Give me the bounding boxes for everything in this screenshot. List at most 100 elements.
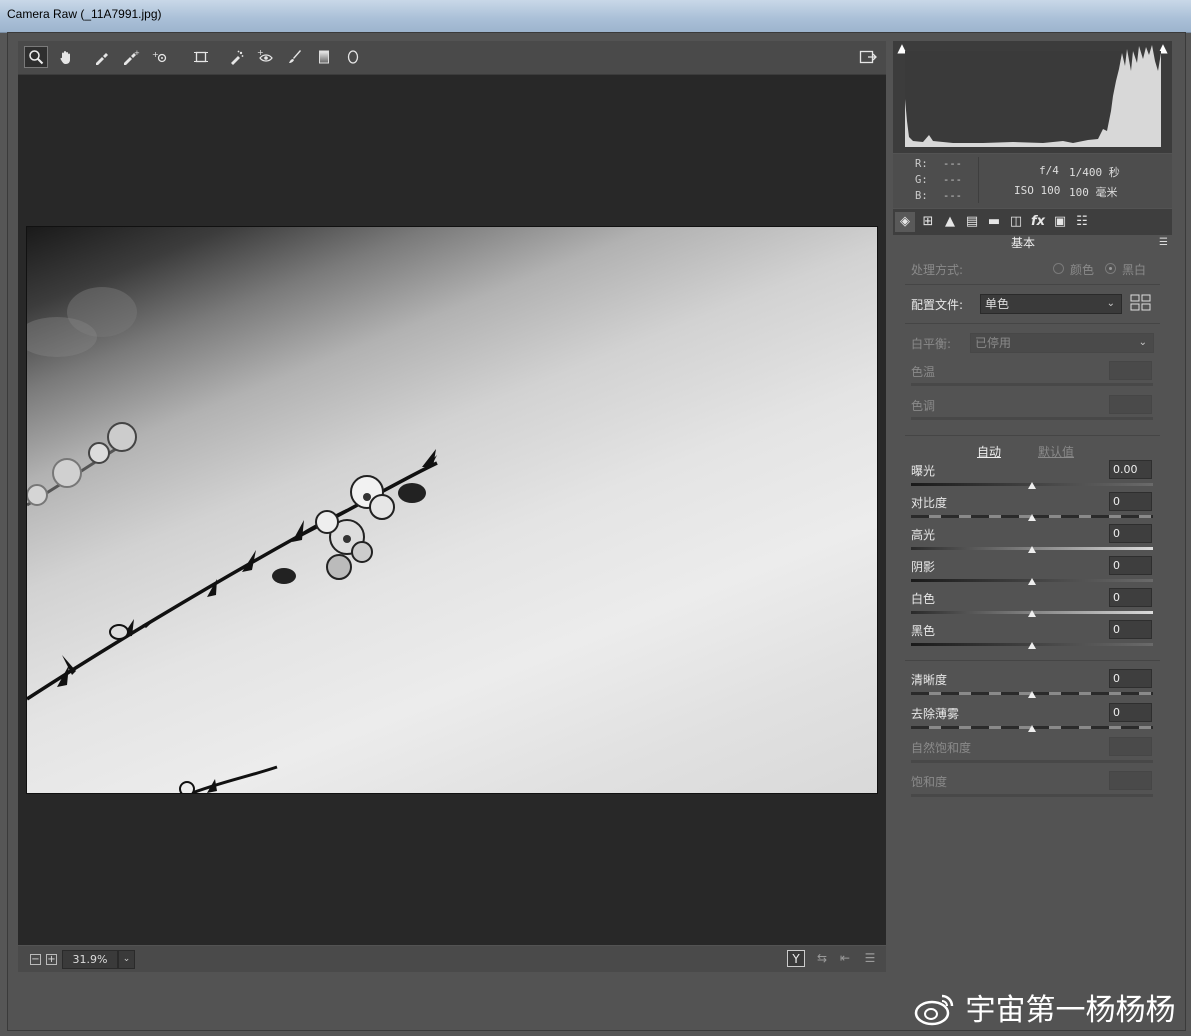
divider	[905, 435, 1160, 436]
watermark-text: 宇宙第一杨杨杨	[965, 993, 1176, 1028]
whites-label: 白色	[911, 592, 936, 606]
g-value: ---	[943, 174, 962, 186]
highlights-label: 高光	[911, 528, 936, 542]
targeted-adjustment-tool-icon[interactable]: +	[149, 46, 173, 68]
shutter-value: 1/400 秒	[1069, 166, 1120, 179]
profile-label: 配置文件:	[911, 298, 964, 312]
hand-tool-icon[interactable]	[54, 46, 78, 68]
zoom-tool-icon[interactable]	[24, 46, 48, 68]
treatment-label: 处理方式:	[911, 263, 964, 277]
adjustment-brush-tool-icon[interactable]	[283, 46, 307, 68]
vibrance-field[interactable]	[1109, 737, 1152, 756]
toggle-settings-icon[interactable]: ☰	[861, 950, 879, 967]
exposure-label: 曝光	[911, 464, 936, 478]
aperture-value: f/4	[1039, 164, 1059, 177]
color-sampler-tool-icon[interactable]: +	[119, 46, 143, 68]
radial-filter-tool-icon[interactable]	[341, 46, 365, 68]
shadows-field[interactable]: 0	[1109, 556, 1152, 575]
iso-value: ISO 100	[1014, 184, 1061, 197]
tint-label: 色调	[911, 399, 936, 413]
red-eye-tool-icon[interactable]: +	[254, 46, 278, 68]
svg-text:+: +	[257, 49, 264, 57]
saturation-slider[interactable]	[911, 794, 1153, 797]
weibo-logo-icon	[914, 994, 954, 1026]
presets-tab-icon[interactable]: ☷	[1072, 212, 1092, 232]
divider	[905, 323, 1160, 324]
tool-bar: + + +	[18, 41, 886, 75]
saturation-label: 饱和度	[911, 775, 948, 789]
white-balance-tool-icon[interactable]	[90, 46, 114, 68]
split-toning-tab-icon[interactable]: ▬	[984, 212, 1004, 232]
white-balance-label: 白平衡:	[911, 337, 952, 351]
default-button[interactable]: 默认值	[1038, 443, 1074, 460]
treatment-bw-radio[interactable]	[1105, 263, 1116, 274]
histogram-graph	[905, 45, 1161, 148]
tint-slider[interactable]	[911, 417, 1153, 420]
tint-field[interactable]	[1109, 395, 1152, 414]
zoom-level-field[interactable]: 31.9%	[62, 950, 118, 969]
copy-settings-icon[interactable]: ⇤	[836, 950, 854, 967]
temperature-slider[interactable]	[911, 383, 1153, 386]
b-value: ---	[943, 190, 962, 202]
temperature-label: 色温	[911, 365, 936, 379]
divider	[905, 284, 1160, 285]
clarity-label: 清晰度	[911, 673, 948, 687]
blacks-field[interactable]: 0	[1109, 620, 1152, 639]
camera-info-readout: R: --- G: --- B: --- f/4 1/400 秒 ISO 100…	[893, 154, 1172, 208]
treatment-bw-label: 黑白	[1122, 263, 1147, 277]
zoom-level-dropdown[interactable]: ⌄	[118, 950, 135, 969]
before-after-view-button[interactable]: Y	[787, 950, 805, 967]
whites-field[interactable]: 0	[1109, 588, 1152, 607]
auto-button[interactable]: 自动	[977, 443, 1001, 460]
focal-length-value: 100 毫米	[1069, 186, 1118, 199]
svg-text:+: +	[152, 50, 159, 59]
highlights-slider-thumb[interactable]	[1028, 546, 1036, 553]
dehaze-field[interactable]: 0	[1109, 703, 1152, 722]
clarity-field[interactable]: 0	[1109, 669, 1152, 688]
calibration-tab-icon[interactable]: ▣	[1050, 212, 1070, 232]
r-value: ---	[943, 158, 962, 170]
readout-divider	[978, 157, 979, 203]
white-balance-select[interactable]: 已停用 ⌄	[970, 333, 1154, 353]
effects-tab-icon[interactable]: fx	[1028, 212, 1048, 232]
zoom-in-button[interactable]: +	[46, 954, 57, 965]
exposure-field[interactable]: 0.00	[1109, 460, 1152, 479]
profile-select[interactable]: 单色 ⌄	[980, 294, 1122, 314]
transform-tool-icon[interactable]	[189, 46, 213, 68]
basic-tab-icon[interactable]: ◈	[895, 212, 915, 232]
b-label: B:	[915, 190, 928, 202]
whites-slider-thumb[interactable]	[1028, 610, 1036, 617]
r-label: R:	[915, 158, 928, 170]
shadows-label: 阴影	[911, 560, 936, 574]
contrast-slider-thumb[interactable]	[1028, 514, 1036, 521]
panel-menu-icon[interactable]: ☰	[1159, 237, 1168, 248]
vibrance-slider[interactable]	[911, 760, 1153, 763]
window-titlebar: Camera Raw (_11A7991.jpg)	[0, 0, 1191, 33]
highlights-field[interactable]: 0	[1109, 524, 1152, 543]
treatment-color-radio[interactable]	[1053, 263, 1064, 274]
lens-corrections-tab-icon[interactable]: ◫	[1006, 212, 1026, 232]
profile-browser-icon[interactable]	[1130, 294, 1151, 312]
exposure-slider-thumb[interactable]	[1028, 482, 1036, 489]
tone-curve-tab-icon[interactable]: ⊞	[918, 212, 938, 232]
swap-settings-icon[interactable]: ⇆	[813, 950, 831, 967]
fullscreen-toggle-icon[interactable]	[856, 46, 880, 68]
spot-removal-tool-icon[interactable]	[225, 46, 249, 68]
hsl-tab-icon[interactable]: ▤	[962, 212, 982, 232]
zoom-out-button[interactable]: −	[30, 954, 41, 965]
chevron-down-icon: ⌄	[1106, 298, 1115, 309]
graduated-filter-tool-icon[interactable]	[312, 46, 336, 68]
temperature-field[interactable]	[1109, 361, 1152, 380]
blacks-slider-thumb[interactable]	[1028, 642, 1036, 649]
chevron-down-icon: ⌄	[1138, 337, 1147, 348]
preview-image[interactable]	[26, 226, 878, 794]
clarity-slider-thumb[interactable]	[1028, 691, 1036, 698]
dehaze-slider-thumb[interactable]	[1028, 725, 1036, 732]
detail-tab-icon[interactable]: ▲	[940, 212, 960, 232]
shadows-slider-thumb[interactable]	[1028, 578, 1036, 585]
contrast-label: 对比度	[911, 496, 948, 510]
saturation-field[interactable]	[1109, 771, 1152, 790]
contrast-field[interactable]: 0	[1109, 492, 1152, 511]
histogram: ▲ ▲	[893, 41, 1172, 153]
divider	[905, 660, 1160, 661]
